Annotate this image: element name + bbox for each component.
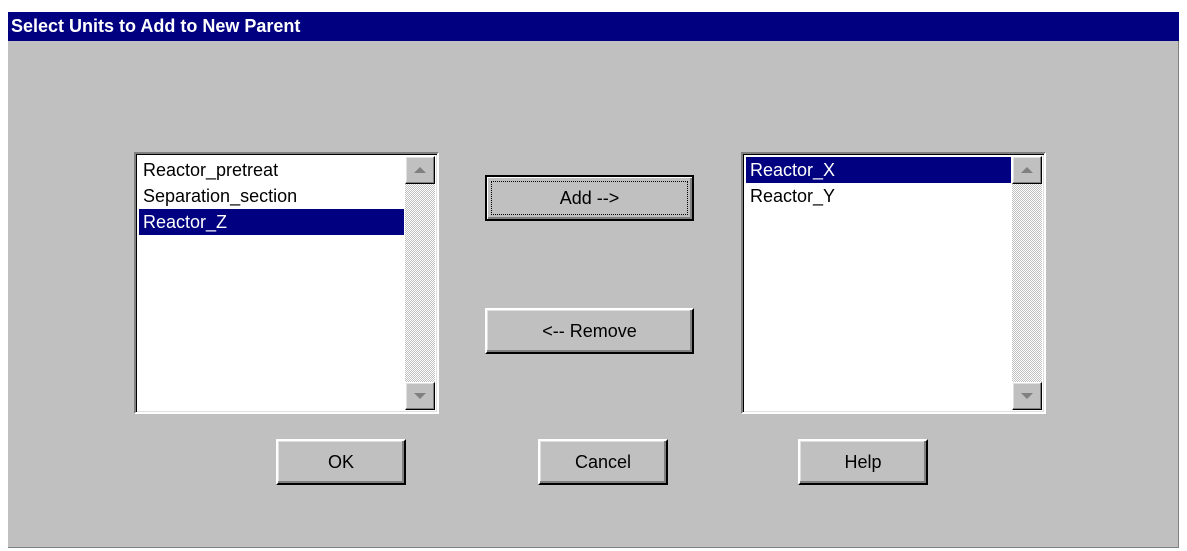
scroll-down-button[interactable]	[1012, 382, 1042, 410]
list-item-reactor-y[interactable]: Reactor_Y	[746, 183, 1011, 209]
scroll-up-button[interactable]	[405, 156, 435, 184]
selected-units-scrollbar[interactable]	[1012, 156, 1042, 410]
list-item-separation-section[interactable]: Separation_section	[139, 183, 404, 209]
dialog-title: Select Units to Add to New Parent	[8, 12, 1179, 41]
selected-units-listbox[interactable]: Reactor_X Reactor_Y	[741, 152, 1046, 414]
list-item-reactor-pretreat[interactable]: Reactor_pretreat	[139, 157, 404, 183]
available-units-listbox[interactable]: Reactor_pretreat Separation_section Reac…	[134, 152, 439, 414]
add-button-label: Add -->	[559, 187, 620, 208]
ok-button-label: OK	[327, 451, 354, 472]
scroll-up-arrow-icon	[1021, 167, 1033, 173]
remove-button-label: <-- Remove	[542, 320, 637, 341]
dialog-window: Select Units to Add to New Parent Reacto…	[8, 12, 1179, 548]
help-button-label: Help	[844, 451, 882, 472]
available-units-scrollbar[interactable]	[405, 156, 435, 410]
remove-button[interactable]: <-- Remove	[485, 308, 694, 354]
add-button[interactable]: Add -->	[485, 175, 694, 221]
list-item-reactor-x[interactable]: Reactor_X	[746, 157, 1011, 183]
scroll-down-button[interactable]	[405, 382, 435, 410]
ok-button[interactable]: OK	[276, 439, 406, 485]
available-units-items: Reactor_pretreat Separation_section Reac…	[139, 157, 404, 235]
help-button[interactable]: Help	[798, 439, 928, 485]
scroll-down-arrow-icon	[1021, 393, 1033, 399]
scroll-up-button[interactable]	[1012, 156, 1042, 184]
cancel-button-label: Cancel	[574, 451, 632, 472]
cancel-button[interactable]: Cancel	[538, 439, 668, 485]
selected-units-items: Reactor_X Reactor_Y	[746, 157, 1011, 209]
scroll-down-arrow-icon	[414, 393, 426, 399]
scroll-up-arrow-icon	[414, 167, 426, 173]
list-item-reactor-z[interactable]: Reactor_Z	[139, 209, 404, 235]
